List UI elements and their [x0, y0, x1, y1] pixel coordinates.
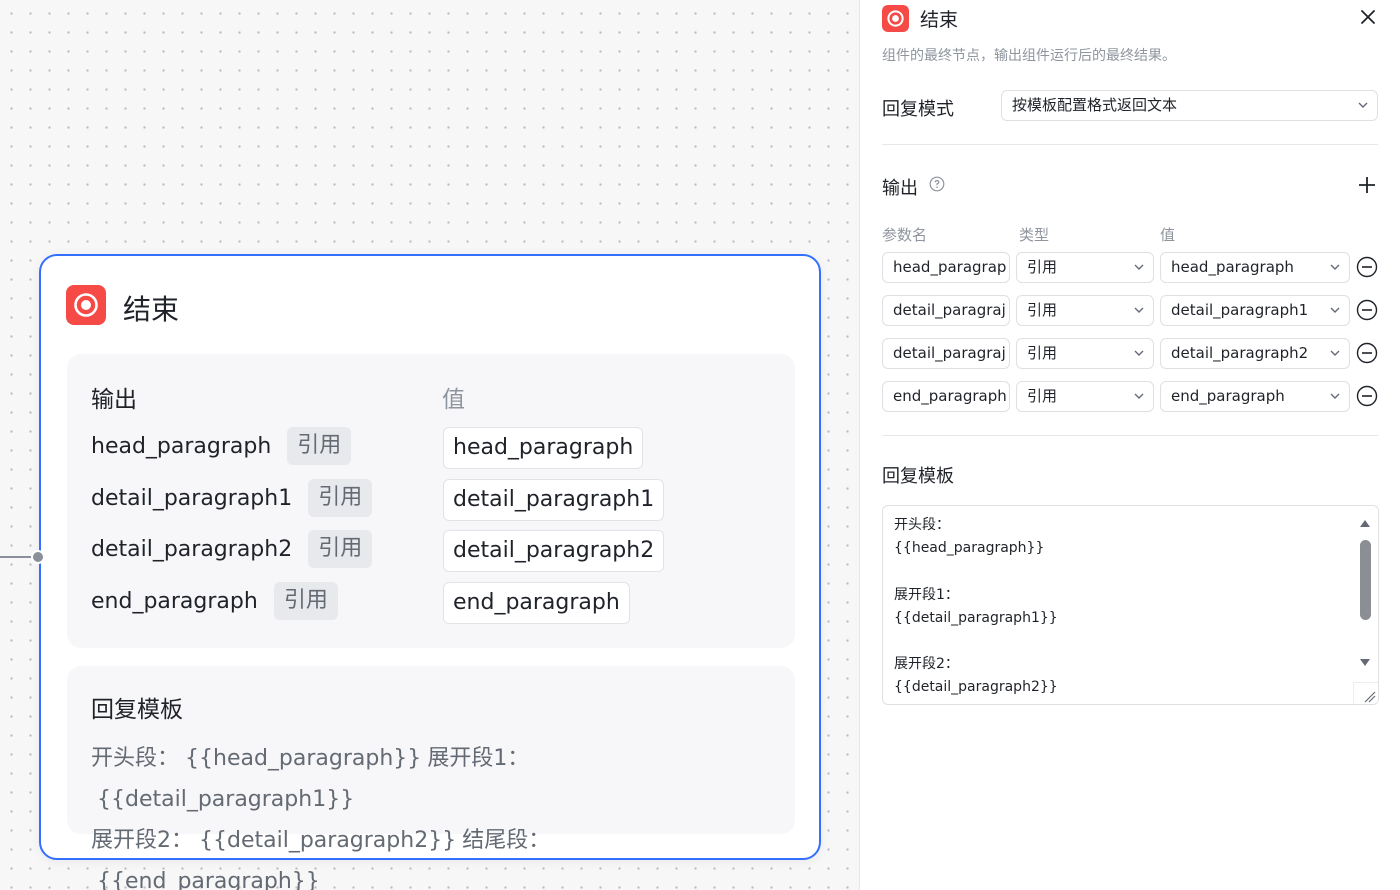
chevron-down-icon — [1330, 264, 1340, 270]
chevron-down-icon — [1330, 307, 1340, 313]
template-text: 展开段1： — [427, 746, 530, 771]
param-value: head_paragraph — [1171, 258, 1294, 276]
remove-param-icon[interactable] — [1356, 342, 1378, 364]
template-textarea[interactable]: 开头段： {{head_paragraph}} 展开段1： {{detail_p… — [882, 505, 1379, 705]
param-type-select[interactable]: 引用 — [1016, 381, 1154, 412]
column-header-value: 值 — [1160, 226, 1176, 244]
output-value: end_paragraph — [443, 582, 630, 624]
scroll-down-icon[interactable] — [1359, 657, 1371, 669]
template-var: {{detail_paragraph1}} — [97, 787, 355, 812]
node-input-handle[interactable] — [31, 550, 45, 564]
value-label: 值 — [442, 387, 465, 413]
node-settings-panel: 结束 组件的最终节点，输出组件运行后的最终结果。 回复模式 按模板配置格式返回文… — [861, 0, 1400, 890]
template-text: 开头段： — [91, 746, 180, 771]
chevron-down-icon — [1134, 264, 1144, 270]
template-var: {{end_paragraph}} — [97, 869, 320, 890]
scroll-up-icon[interactable] — [1359, 517, 1371, 529]
output-value: detail_paragraph2 — [443, 530, 665, 572]
output-value: detail_paragraph1 — [443, 479, 665, 521]
template-preview: 开头段： {{head_paragraph}} 展开段1： {{detail_para… — [91, 738, 781, 890]
chevron-down-icon — [1330, 393, 1340, 399]
remove-param-icon[interactable] — [1356, 299, 1378, 321]
template-var: {{head_paragraph}} — [185, 746, 422, 771]
output-name: head_paragraph — [91, 433, 272, 459]
template-label: 回复模板 — [91, 697, 183, 723]
output-row: end_paragraph 引用 — [91, 580, 338, 622]
workflow-canvas[interactable]: 结束 输出 值 head_paragraph 引用 head_paragraph… — [0, 0, 860, 890]
chevron-down-icon — [1358, 102, 1368, 108]
output-row: head_paragraph 引用 — [91, 425, 352, 467]
output-name: detail_paragraph1 — [91, 485, 293, 511]
template-text: 开头段： {{head_paragraph}} 展开段1： {{detail_p… — [894, 517, 1058, 696]
template-text: 展开段2： — [91, 828, 193, 853]
divider — [882, 435, 1378, 436]
resize-handle-icon[interactable] — [1353, 682, 1378, 704]
param-type-value: 引用 — [1027, 387, 1058, 405]
param-type-value: 引用 — [1027, 301, 1058, 319]
output-name: end_paragraph — [91, 588, 258, 614]
remove-param-icon[interactable] — [1356, 256, 1378, 278]
column-header-type: 类型 — [1019, 226, 1050, 244]
param-value-select[interactable]: detail_paragraph2 — [1160, 338, 1350, 369]
param-name-input[interactable]: end_paragraph — [882, 381, 1010, 412]
add-param-icon[interactable] — [1357, 175, 1377, 195]
param-name-input[interactable]: detail_paragraj — [882, 338, 1010, 369]
close-icon[interactable] — [1357, 6, 1379, 28]
help-icon[interactable] — [929, 176, 945, 192]
reply-mode-select[interactable]: 按模板配置格式返回文本 — [1001, 90, 1378, 121]
chevron-down-icon — [1134, 350, 1144, 356]
param-type-value: 引用 — [1027, 258, 1058, 276]
chevron-down-icon — [1134, 307, 1144, 313]
param-value: detail_paragraph2 — [1171, 344, 1309, 362]
output-row: detail_paragraph1 引用 — [91, 477, 373, 519]
remove-param-icon[interactable] — [1356, 385, 1378, 407]
param-name-input[interactable]: head_paragrap — [882, 252, 1010, 283]
divider — [882, 144, 1378, 145]
node-output-section: 输出 值 head_paragraph 引用 head_paragraph de… — [67, 354, 795, 648]
template-text: 结尾段： — [462, 828, 551, 853]
output-label: 输出 — [882, 178, 918, 199]
chevron-down-icon — [1330, 350, 1340, 356]
output-row: detail_paragraph2 引用 — [91, 528, 373, 570]
param-value: detail_paragraph1 — [1171, 301, 1309, 319]
node-template-section: 回复模板 开头段： {{head_paragraph}} 展开段1： {{detail… — [67, 666, 795, 890]
param-type-select[interactable]: 引用 — [1016, 252, 1154, 283]
panel-description: 组件的最终节点，输出组件运行后的最终结果。 — [882, 48, 1176, 64]
end-node[interactable]: 结束 输出 值 head_paragraph 引用 head_paragraph… — [39, 254, 821, 890]
column-header-name: 参数名 — [882, 226, 928, 244]
chevron-down-icon — [1134, 393, 1144, 399]
ref-tag: 引用 — [287, 427, 352, 465]
ref-tag: 引用 — [308, 479, 373, 517]
param-value-select[interactable]: head_paragraph — [1160, 252, 1350, 283]
param-name-input[interactable]: detail_paragraj — [882, 295, 1010, 326]
param-value-select[interactable]: end_paragraph — [1160, 381, 1350, 412]
param-type-value: 引用 — [1027, 344, 1058, 362]
output-label: 输出 — [91, 387, 137, 413]
output-value: head_paragraph — [443, 427, 644, 469]
panel-title: 结束 — [920, 9, 959, 31]
template-var: {{detail_paragraph2}} — [199, 828, 457, 853]
param-type-select[interactable]: 引用 — [1016, 338, 1154, 369]
param-type-select[interactable]: 引用 — [1016, 295, 1154, 326]
ref-tag: 引用 — [308, 530, 373, 568]
param-value-select[interactable]: detail_paragraph1 — [1160, 295, 1350, 326]
reply-mode-value: 按模板配置格式返回文本 — [1012, 96, 1178, 114]
param-value: end_paragraph — [1171, 387, 1285, 405]
template-label: 回复模板 — [882, 466, 954, 487]
reply-mode-label: 回复模式 — [882, 99, 954, 120]
node-title: 结束 — [123, 293, 180, 326]
output-name: detail_paragraph2 — [91, 536, 293, 562]
scrollbar-thumb[interactable] — [1360, 540, 1371, 620]
end-node-icon — [66, 285, 106, 325]
end-node-icon — [882, 5, 909, 32]
ref-tag: 引用 — [273, 582, 338, 620]
